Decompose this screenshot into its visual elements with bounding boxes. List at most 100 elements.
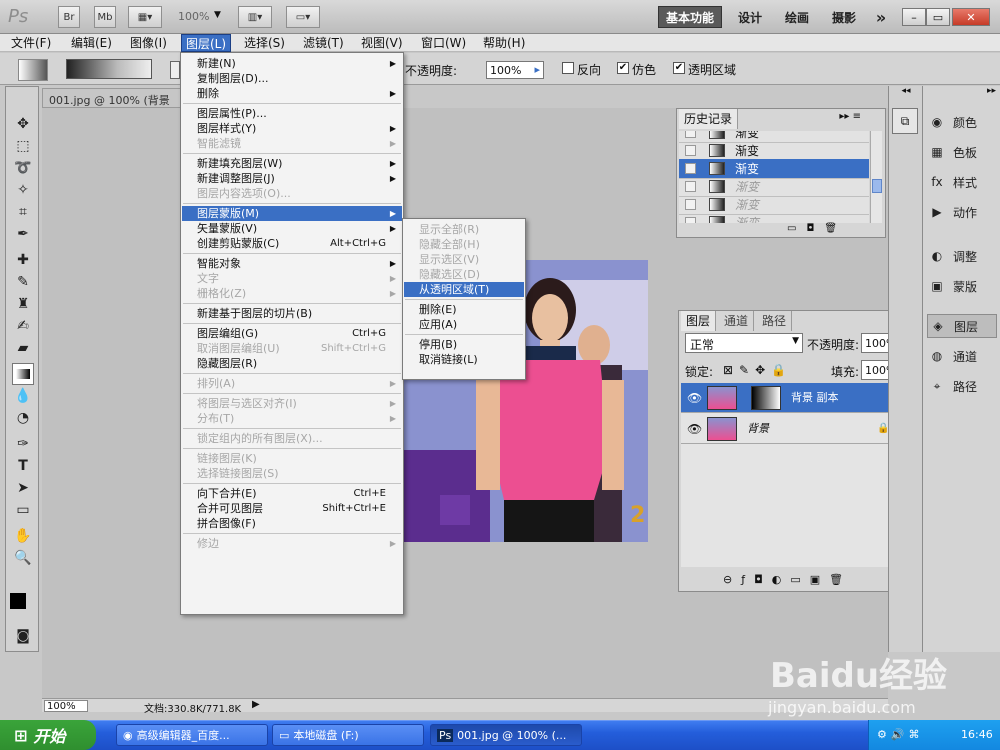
- type-tool-icon[interactable]: T: [12, 455, 34, 477]
- menu-item[interactable]: 图层编组(G) Ctrl+G: [182, 326, 402, 341]
- history-state[interactable]: 渐变: [679, 141, 869, 161]
- status-zoom[interactable]: 100%: [44, 700, 88, 712]
- expand-dock-icon[interactable]: ▸▸: [987, 86, 996, 96]
- menu-item[interactable]: 创建剪贴蒙版(C) Alt+Ctrl+G: [182, 236, 402, 251]
- history-panel-icon[interactable]: ⧉: [892, 108, 918, 134]
- opacity-input[interactable]: 100% ▸: [486, 61, 544, 79]
- history-brush-tool-icon[interactable]: ✍: [12, 315, 34, 337]
- dock-item[interactable]: ◐ 调整: [927, 244, 997, 268]
- eraser-tool-icon[interactable]: ▰: [12, 337, 34, 359]
- workspace-photography[interactable]: 摄影: [824, 6, 864, 28]
- menu-item[interactable]: 图层样式(Y) ▶: [182, 121, 402, 136]
- tab-paths[interactable]: 路径: [757, 311, 793, 331]
- tab-layers[interactable]: 图层: [681, 311, 717, 331]
- menu-layer[interactable]: 图层(L): [181, 34, 232, 52]
- menu-view[interactable]: 视图(V): [357, 34, 407, 52]
- document-tab[interactable]: 001.jpg @ 100% (背景: [42, 88, 182, 108]
- layer-row[interactable]: 👁 🔒 背景: [681, 414, 905, 444]
- dock-item[interactable]: ◈ 图层: [927, 314, 997, 338]
- hand-tool-icon[interactable]: ✋: [12, 525, 34, 547]
- history-state[interactable]: 渐变: [679, 159, 869, 179]
- menu-filter[interactable]: 滤镜(T): [299, 34, 348, 52]
- reverse-checkbox[interactable]: [562, 62, 574, 74]
- menu-file[interactable]: 文件(F): [7, 34, 55, 52]
- tool-preset-picker[interactable]: [18, 59, 48, 81]
- dodge-tool-icon[interactable]: ◔: [12, 407, 34, 429]
- close-icon[interactable]: ✕: [952, 8, 990, 26]
- blur-tool-icon[interactable]: 💧: [12, 385, 34, 407]
- menu-item[interactable]: 取消链接(L): [404, 352, 524, 367]
- status-arrow-icon[interactable]: ▶: [252, 699, 260, 710]
- taskbar-item-explorer[interactable]: ▭ 本地磁盘 (F:): [272, 724, 424, 746]
- history-state[interactable]: 渐变: [679, 195, 869, 215]
- gradient-tool-icon[interactable]: [12, 363, 34, 385]
- taskbar-item-browser[interactable]: ◉ 高级编辑器_百度...: [116, 724, 268, 746]
- zoom-dropdown-icon[interactable]: ▼: [214, 10, 221, 20]
- dock-item[interactable]: ⌖ 路径: [927, 374, 997, 398]
- menu-edit[interactable]: 编辑(E): [67, 34, 116, 52]
- panel-menu-icon[interactable]: ▸▸ ≡: [839, 111, 861, 122]
- workspace-painting[interactable]: 绘画: [776, 6, 818, 28]
- menu-item[interactable]: 新建基于图层的切片(B): [182, 306, 402, 321]
- menu-item[interactable]: 图层蒙版(M) ▶: [182, 206, 402, 221]
- gradient-type-button[interactable]: [170, 61, 180, 79]
- tab-history[interactable]: 历史记录: [679, 109, 739, 129]
- lasso-tool-icon[interactable]: ➰: [12, 157, 34, 179]
- transparency-checkbox[interactable]: ✔: [673, 62, 685, 74]
- blend-mode-select[interactable]: 正常 ▼: [685, 333, 803, 353]
- tab-channels[interactable]: 通道: [719, 311, 755, 331]
- quick-select-tool-icon[interactable]: ✧: [12, 179, 34, 201]
- menu-item[interactable]: 删除(E): [404, 302, 524, 317]
- dock-item[interactable]: ▦ 色板: [927, 140, 997, 164]
- maximize-icon[interactable]: ▭: [926, 8, 950, 26]
- history-scrollbar[interactable]: [870, 131, 882, 223]
- menu-help[interactable]: 帮助(H): [479, 34, 529, 52]
- quick-mask-icon[interactable]: ◙: [12, 625, 34, 647]
- view-extras-button[interactable]: ▦▾: [128, 6, 162, 28]
- menu-select[interactable]: 选择(S): [240, 34, 289, 52]
- collapse-dock-icon[interactable]: ◂◂: [891, 86, 921, 100]
- start-button[interactable]: ⊞ 开始: [0, 720, 96, 750]
- eyedropper-tool-icon[interactable]: ✒: [12, 223, 34, 245]
- workspace-essentials[interactable]: 基本功能: [658, 6, 722, 28]
- zoom-level[interactable]: 100%: [178, 10, 209, 23]
- menu-item[interactable]: 拼合图像(F): [182, 516, 402, 531]
- layers-panel-actions[interactable]: ⊖ƒ◘◐▭▣🗑: [723, 573, 852, 586]
- pen-tool-icon[interactable]: ✑: [12, 433, 34, 455]
- menu-item[interactable]: 停用(B): [404, 337, 524, 352]
- move-tool-icon[interactable]: ✥: [12, 113, 34, 135]
- menu-item[interactable]: 新建调整图层(J) ▶: [182, 171, 402, 186]
- layer-row[interactable]: 👁 背景 副本: [681, 383, 905, 413]
- arrange-documents-button[interactable]: ▥▾: [238, 6, 272, 28]
- menu-item[interactable]: 矢量蒙版(V) ▶: [182, 221, 402, 236]
- screen-mode-button[interactable]: ▭▾: [286, 6, 320, 28]
- bridge-button[interactable]: Br: [58, 6, 80, 28]
- menu-item[interactable]: 复制图层(D)...: [182, 71, 402, 86]
- dock-item[interactable]: ▶ 动作: [927, 200, 997, 224]
- menu-item[interactable]: 图层属性(P)...: [182, 106, 402, 121]
- mini-bridge-button[interactable]: Mb: [94, 6, 116, 28]
- menu-item[interactable]: 智能对象 ▶: [182, 256, 402, 271]
- history-actions[interactable]: ▭◘🗑: [787, 223, 847, 234]
- dock-item[interactable]: ◉ 颜色: [927, 110, 997, 134]
- taskbar-item-photoshop[interactable]: Ps 001.jpg @ 100% (...: [430, 724, 582, 746]
- crop-tool-icon[interactable]: ⌗: [12, 201, 34, 223]
- dock-item[interactable]: ▣ 蒙版: [927, 274, 997, 298]
- menu-item[interactable]: 合并可见图层 Shift+Ctrl+E: [182, 501, 402, 516]
- menu-item[interactable]: 删除 ▶: [182, 86, 402, 101]
- lock-icons[interactable]: ⊠✎✥🔒: [723, 363, 792, 377]
- minimize-icon[interactable]: –: [902, 8, 926, 26]
- menu-item[interactable]: 隐藏图层(R): [182, 356, 402, 371]
- brush-tool-icon[interactable]: ✎: [12, 271, 34, 293]
- marquee-tool-icon[interactable]: ⬚: [12, 135, 34, 157]
- history-state[interactable]: 渐变: [679, 213, 869, 223]
- path-select-tool-icon[interactable]: ➤: [12, 477, 34, 499]
- healing-tool-icon[interactable]: ✚: [12, 249, 34, 271]
- menu-item[interactable]: 新建(N) ▶: [182, 56, 402, 71]
- menu-image[interactable]: 图像(I): [126, 34, 171, 52]
- gradient-picker[interactable]: [66, 59, 152, 79]
- menu-window[interactable]: 窗口(W): [417, 34, 470, 52]
- stamp-tool-icon[interactable]: ♜: [12, 293, 34, 315]
- menu-item[interactable]: 应用(A): [404, 317, 524, 332]
- foreground-color-swatch[interactable]: [10, 593, 26, 609]
